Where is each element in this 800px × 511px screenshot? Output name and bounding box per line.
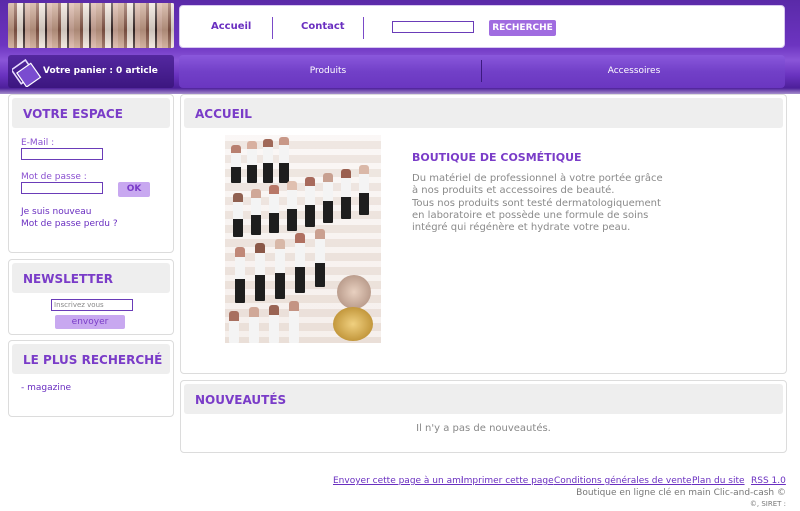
account-box-header: VOTRE ESPACE xyxy=(12,98,170,128)
search-button[interactable]: RECHERCHE xyxy=(489,20,556,36)
footer-rss-link[interactable]: RSS 1.0 xyxy=(751,476,786,486)
password-field[interactable] xyxy=(21,182,103,194)
footer-terms-link[interactable]: Conditions générales de vente xyxy=(554,476,692,486)
description-line: Tous nos produits sont testé dermatologi… xyxy=(412,197,661,209)
description-line: Du matériel de professionnel à votre por… xyxy=(412,173,663,184)
newsletter-header: NEWSLETTER xyxy=(12,263,170,293)
password-label: Mot de passe : xyxy=(21,172,87,182)
home-panel: ACCUEIL BOUTIQUE DE COSMÉTIQUE Du matéri… xyxy=(180,94,787,374)
home-panel-header: ACCUEIL xyxy=(184,98,783,128)
top-navigation: Accueil Contact RECHERCHE xyxy=(179,5,785,48)
email-label: E-Mail : xyxy=(21,138,55,148)
news-panel: NOUVEAUTÉS Il n'y a pas de nouveautés. xyxy=(180,380,787,453)
cart-label: Votre panier : 0 article xyxy=(43,66,158,76)
newsletter-submit-button[interactable]: envoyer xyxy=(55,315,125,329)
news-panel-title: NOUVEAUTÉS xyxy=(195,393,287,407)
shop-heading: BOUTIQUE DE COSMÉTIQUE xyxy=(412,151,582,164)
nav-divider xyxy=(363,17,364,39)
description-line: en laboratoire et possède une formule de… xyxy=(412,209,649,221)
shop-description: Du matériel de professionnel à votre por… xyxy=(412,173,672,234)
newsletter-email-input[interactable]: Inscrivez vous xyxy=(51,299,133,311)
login-ok-button[interactable]: OK xyxy=(118,182,150,197)
description-line: intégré qui régénère et hydrate votre pe… xyxy=(412,222,631,234)
popular-header: LE PLUS RECHERCHÉ xyxy=(12,344,170,374)
footer-print-link[interactable]: Imprimer cette page xyxy=(461,476,554,486)
newsletter-box: NEWSLETTER Inscrivez vous envoyer xyxy=(8,259,174,335)
category-divider xyxy=(481,60,482,82)
popular-box: LE PLUS RECHERCHÉ - magazine xyxy=(8,340,174,417)
category-produits[interactable]: Produits xyxy=(253,66,403,76)
popular-title: LE PLUS RECHERCHÉ xyxy=(23,353,163,367)
newsletter-title: NEWSLETTER xyxy=(23,272,114,286)
news-empty-message: Il n'y a pas de nouveautés. xyxy=(416,423,551,434)
cart-bar[interactable]: Votre panier : 0 article xyxy=(8,55,174,88)
footer-send-link[interactable]: Envoyer cette page à un ami xyxy=(333,476,463,486)
new-account-link[interactable]: Je suis nouveau xyxy=(21,207,92,217)
search-input[interactable] xyxy=(392,21,474,33)
popular-item[interactable]: - magazine xyxy=(21,383,71,393)
nav-contact-link[interactable]: Contact xyxy=(301,21,345,32)
news-panel-header: NOUVEAUTÉS xyxy=(184,384,783,414)
home-panel-title: ACCUEIL xyxy=(195,107,252,121)
account-box: VOTRE ESPACE E-Mail : Mot de passe : OK … xyxy=(8,94,174,253)
email-field[interactable] xyxy=(21,148,103,160)
description-line: à nos produits et accessoires de beauté. xyxy=(412,185,615,197)
lost-password-link[interactable]: Mot de passe perdu ? xyxy=(21,219,118,229)
category-navigation: Produits Accessoires xyxy=(179,55,785,88)
nav-divider xyxy=(272,17,273,39)
logo-image xyxy=(8,3,174,48)
shopping-bag-icon xyxy=(12,58,42,87)
footer-siret: ©, SIRET : xyxy=(749,500,786,508)
footer-copyright: Boutique en ligne clé en main Clic-and-c… xyxy=(576,488,786,498)
footer-sitemap-link[interactable]: Plan du site xyxy=(692,476,745,486)
account-box-title: VOTRE ESPACE xyxy=(23,107,123,121)
nav-accueil-link[interactable]: Accueil xyxy=(211,21,251,32)
category-accessoires[interactable]: Accessoires xyxy=(559,66,709,76)
lipstick-photo xyxy=(225,135,381,343)
